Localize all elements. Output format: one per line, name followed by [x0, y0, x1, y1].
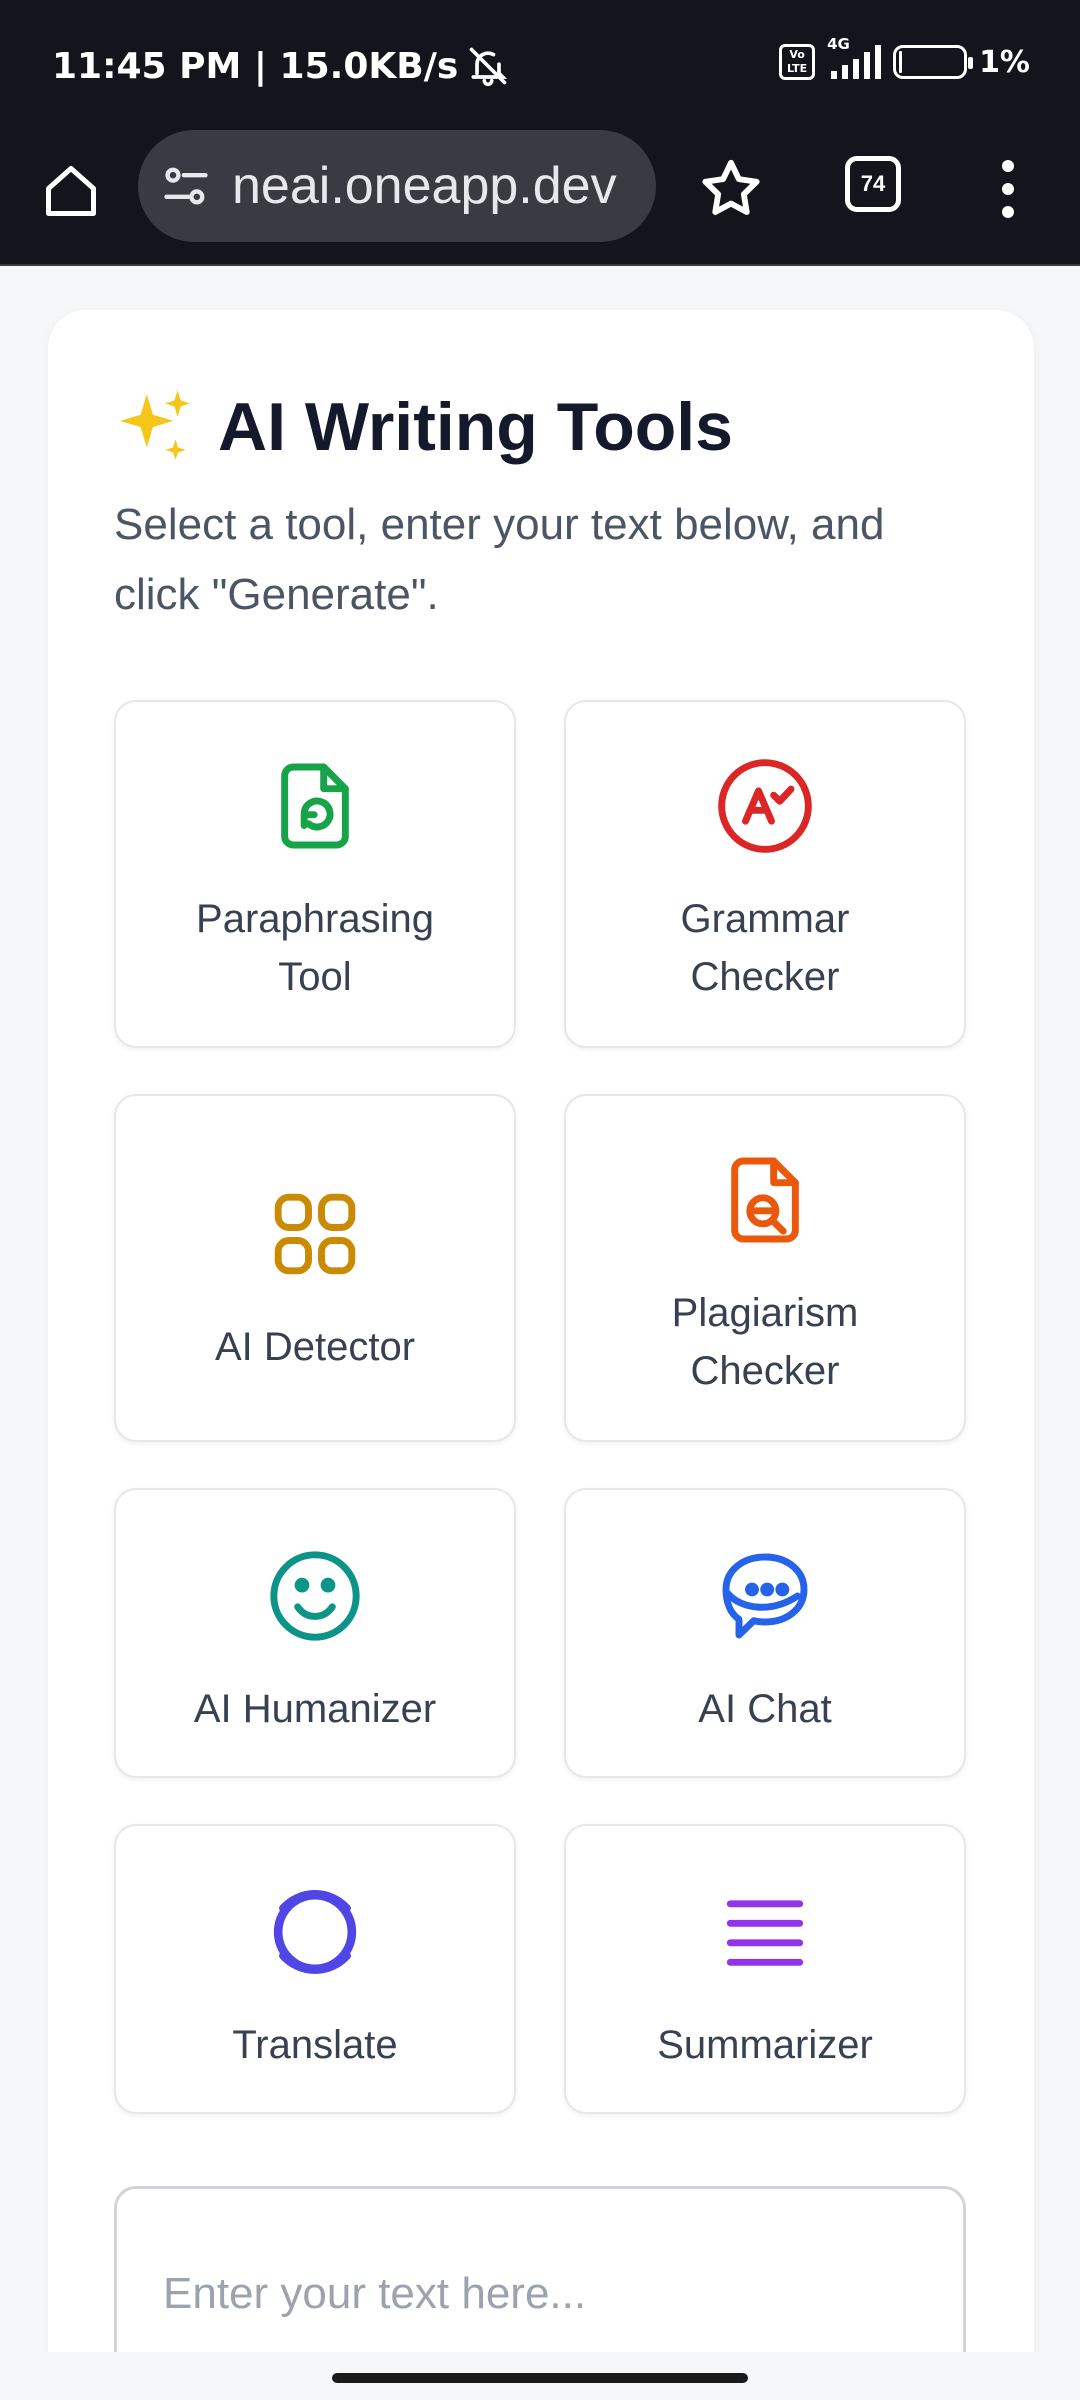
- home-button[interactable]: [36, 156, 106, 226]
- lines-icon: [726, 1900, 804, 1966]
- tool-label: AI Chat: [698, 1687, 832, 1731]
- home-icon: [46, 166, 96, 216]
- chat-bubble-icon: [722, 1553, 808, 1639]
- browser-menu-button[interactable]: [988, 154, 1028, 224]
- battery-level: 1%: [979, 44, 1030, 80]
- file-refresh-icon: [281, 763, 349, 849]
- status-time-speed: 11:45 PM | 15.0KB/s: [52, 45, 459, 87]
- browser-toolbar: neai.oneapp.dev 74: [0, 130, 1080, 266]
- tool-paraphrasing[interactable]: Paraphrasing Tool: [114, 700, 516, 1048]
- file-search-icon: [731, 1157, 799, 1243]
- tool-label: Paraphrasing Tool: [196, 897, 434, 999]
- status-right: Vo LTE 4G 1%: [779, 35, 1030, 80]
- tool-label: Grammar Checker: [680, 897, 850, 999]
- tool-label: Translate: [232, 2023, 398, 2067]
- tool-ai-detector[interactable]: AI Detector: [114, 1094, 516, 1442]
- tool-ai-chat[interactable]: AI Chat: [564, 1488, 966, 1778]
- tool-label: AI Detector: [214, 1325, 416, 1369]
- dot: [1002, 159, 1014, 172]
- bookmark-star-icon[interactable]: [696, 154, 766, 224]
- tool-label: AI Humanizer: [193, 1687, 437, 1731]
- ring-icon: [273, 1890, 357, 1974]
- tool-label: Plagiarism Checker: [671, 1291, 859, 1393]
- dot: [1002, 182, 1014, 195]
- sparkles-icon: [120, 390, 190, 460]
- tool-grammar-checker[interactable]: Grammar Checker: [564, 700, 966, 1048]
- page-subtitle: Select a tool, enter your text below, an…: [114, 500, 885, 619]
- site-settings-icon[interactable]: [160, 160, 212, 212]
- tab-switcher-button[interactable]: 74: [845, 156, 901, 212]
- page-title-text: AI Writing Tools: [218, 389, 733, 465]
- dot: [1002, 206, 1014, 219]
- page-title: AI Writing Tools: [114, 386, 733, 468]
- url-text: neai.oneapp.dev: [232, 157, 617, 215]
- tool-summarizer[interactable]: Summarizer: [564, 1824, 966, 2114]
- tool-label: Summarizer: [657, 2023, 873, 2067]
- tool-ai-humanizer[interactable]: AI Humanizer: [114, 1488, 516, 1778]
- status-left: 11:45 PM | 15.0KB/s: [52, 44, 510, 88]
- status-bar: 11:45 PM | 15.0KB/s Vo LTE 4G 1%: [0, 0, 1080, 130]
- volte-icon: Vo LTE: [779, 44, 816, 80]
- grid-icon: [274, 1193, 356, 1275]
- smile-icon: [270, 1551, 360, 1641]
- mute-icon: [469, 47, 508, 87]
- address-bar[interactable]: neai.oneapp.dev: [138, 130, 656, 242]
- grammar-check-icon: [718, 759, 812, 853]
- gesture-handle[interactable]: [332, 2373, 748, 2383]
- tool-plagiarism-checker[interactable]: Plagiarism Checker: [564, 1094, 966, 1442]
- signal-icon: 4G: [827, 35, 882, 79]
- network-type: 4G: [827, 35, 850, 53]
- battery-icon: [893, 45, 974, 79]
- tool-translate[interactable]: Translate: [114, 1824, 516, 2114]
